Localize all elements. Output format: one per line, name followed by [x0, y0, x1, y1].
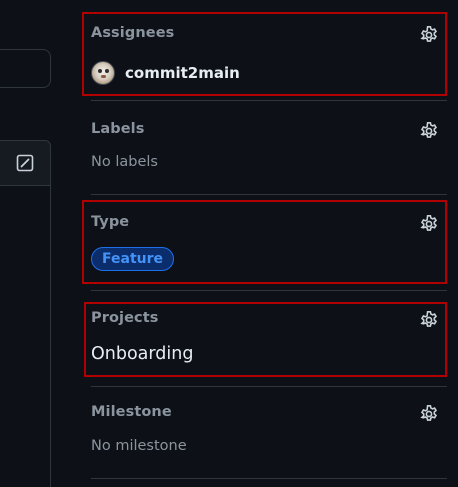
- partial-input-field[interactable]: [0, 49, 51, 88]
- no-milestone-text: No milestone: [91, 438, 187, 454]
- milestone-title: Milestone: [91, 404, 172, 420]
- partial-card-body: [0, 186, 51, 487]
- gear-icon[interactable]: [419, 25, 439, 45]
- gear-icon[interactable]: [419, 214, 439, 234]
- type-section: Type: [82, 194, 448, 290]
- gear-icon[interactable]: [419, 310, 439, 330]
- milestone-section: Milestone No milestone: [82, 386, 448, 478]
- issue-sidebar: Assignees commit2main Labels No labels T…: [82, 0, 458, 487]
- divider: [91, 478, 447, 479]
- avatar: [91, 61, 115, 85]
- partial-card-header: [0, 140, 51, 186]
- labels-section: Labels No labels: [82, 100, 448, 194]
- assignees-section: Assignees commit2main: [82, 0, 448, 100]
- type-badge[interactable]: Feature: [91, 247, 174, 271]
- labels-title: Labels: [91, 121, 145, 137]
- gear-icon[interactable]: [419, 404, 439, 424]
- assignee-name[interactable]: commit2main: [125, 64, 240, 82]
- project-name[interactable]: Onboarding: [91, 344, 193, 364]
- page: Assignees commit2main Labels No labels T…: [0, 0, 458, 487]
- assignees-title: Assignees: [91, 25, 175, 41]
- type-title: Type: [91, 214, 130, 230]
- pencil-square-icon[interactable]: [16, 154, 34, 172]
- gear-icon[interactable]: [419, 121, 439, 141]
- projects-title: Projects: [91, 310, 159, 326]
- assignee-item[interactable]: commit2main: [91, 60, 240, 86]
- no-labels-text: No labels: [91, 154, 158, 170]
- projects-section: Projects: [82, 290, 448, 386]
